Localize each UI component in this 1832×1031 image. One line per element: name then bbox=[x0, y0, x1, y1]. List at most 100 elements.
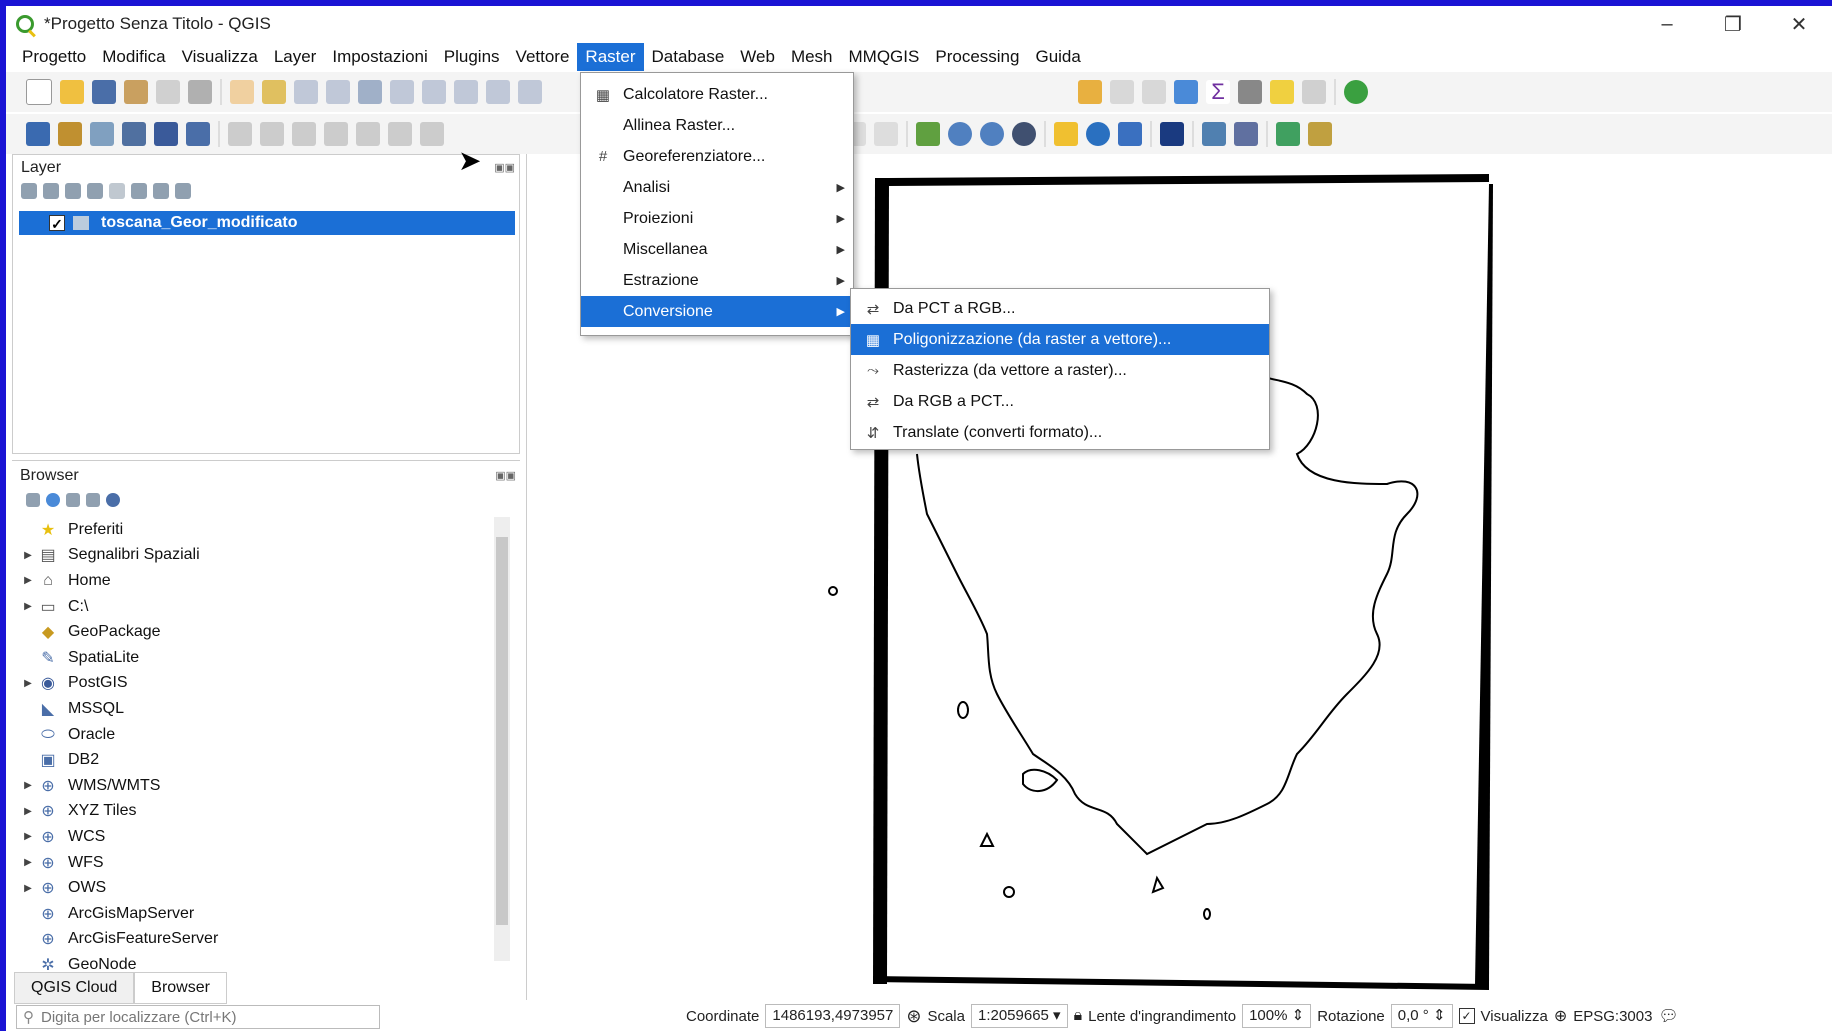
conversion-menu-item[interactable]: ⇄ Da RGB a PCT... bbox=[851, 386, 1269, 417]
globe-tool-icon[interactable] bbox=[1012, 122, 1036, 146]
collapse-all-icon[interactable] bbox=[86, 493, 100, 507]
browser-scrollbar[interactable] bbox=[494, 517, 510, 961]
add-geopackage-icon[interactable] bbox=[58, 122, 82, 146]
graphical-modeler-icon[interactable] bbox=[1118, 122, 1142, 146]
browser-item[interactable]: ★ Preferiti bbox=[18, 517, 498, 543]
expand-arrow-icon[interactable]: ▶ bbox=[18, 601, 38, 612]
menu-guida[interactable]: Guida bbox=[1027, 43, 1088, 71]
statistics-icon[interactable]: Σ bbox=[1206, 80, 1230, 104]
attribute-table-icon[interactable] bbox=[1110, 80, 1134, 104]
layer-visibility-checkbox[interactable]: ✓ bbox=[49, 215, 65, 232]
expand-arrow-icon[interactable]: ▶ bbox=[18, 806, 38, 817]
zoom-last-icon[interactable] bbox=[486, 80, 510, 104]
new-print-layout-icon[interactable] bbox=[124, 80, 148, 104]
raster-menu-item[interactable]: Proiezioni ▶ bbox=[581, 203, 853, 234]
browser-item[interactable]: ▶ ▭ C:\ bbox=[18, 594, 498, 620]
map-swipe-icon[interactable] bbox=[1234, 122, 1258, 146]
raster-menu-item[interactable]: Analisi ▶ bbox=[581, 172, 853, 203]
toggle-editing-icon[interactable] bbox=[228, 122, 252, 146]
browser-item[interactable]: ⬭ Oracle bbox=[18, 722, 498, 748]
raster-menu-item[interactable]: Allinea Raster... bbox=[581, 110, 853, 141]
tab-qgis-cloud[interactable]: QGIS Cloud bbox=[14, 972, 135, 1004]
lock-scale-icon[interactable]: 🔒︎ bbox=[1074, 1007, 1083, 1025]
save-edits-icon[interactable] bbox=[292, 122, 316, 146]
identify-icon[interactable] bbox=[1078, 80, 1102, 104]
expand-arrow-icon[interactable]: ▶ bbox=[18, 678, 38, 689]
layer-row-toscana[interactable]: ✓ toscana_Geor_modificato bbox=[19, 211, 515, 235]
messages-icon[interactable]: 💬︎ bbox=[1658, 1006, 1678, 1026]
expand-arrow-icon[interactable]: ▶ bbox=[18, 831, 38, 842]
menu-impostazioni[interactable]: Impostazioni bbox=[324, 43, 435, 71]
menu-vettore[interactable]: Vettore bbox=[508, 43, 578, 71]
properties-icon[interactable] bbox=[106, 493, 120, 507]
add-feature-icon[interactable] bbox=[324, 122, 348, 146]
collapse-all-icon[interactable] bbox=[153, 183, 169, 199]
raster-menu-item[interactable]: ▦ Calcolatore Raster... bbox=[581, 79, 853, 110]
tab-browser[interactable]: Browser bbox=[134, 972, 227, 1004]
zoom-layer-icon[interactable] bbox=[422, 80, 446, 104]
menu-raster[interactable]: Raster bbox=[577, 43, 644, 71]
filter-legend-icon[interactable] bbox=[87, 183, 103, 199]
text-annotation-icon[interactable] bbox=[1302, 80, 1326, 104]
add-virtual-layer-icon[interactable] bbox=[186, 122, 210, 146]
browser-item[interactable]: ⊕ ArcGisMapServer bbox=[18, 901, 498, 927]
open-project-icon[interactable] bbox=[60, 80, 84, 104]
find-layer-icon[interactable] bbox=[948, 122, 972, 146]
conversion-menu-item[interactable]: ▦ Poligonizzazione (da raster a vettore).… bbox=[851, 324, 1269, 355]
menu-database[interactable]: Database bbox=[644, 43, 733, 71]
expand-arrow-icon[interactable]: ▶ bbox=[18, 780, 38, 791]
browser-item[interactable]: ▶ ⊕ WMS/WMTS bbox=[18, 773, 498, 799]
minimize-button[interactable]: – bbox=[1634, 6, 1700, 42]
browser-item[interactable]: ◣ MSSQL bbox=[18, 696, 498, 722]
panel-float-close-icon[interactable]: ▣▣ bbox=[495, 469, 516, 482]
menu-progetto[interactable]: Progetto bbox=[14, 43, 94, 71]
plugin-tool-icon[interactable] bbox=[1308, 122, 1332, 146]
menu-plugins[interactable]: Plugins bbox=[436, 43, 508, 71]
pan-to-selection-icon[interactable] bbox=[262, 80, 286, 104]
browser-item[interactable]: ✎ SpatiaLite bbox=[18, 645, 498, 671]
raster-menu-item[interactable]: # Georeferenziatore... bbox=[581, 141, 853, 172]
delete-feature-icon[interactable] bbox=[388, 122, 412, 146]
menu-processing[interactable]: Processing bbox=[927, 43, 1027, 71]
browser-item[interactable]: ▶ ⌂ Home bbox=[18, 568, 498, 594]
zoom-next-icon[interactable] bbox=[518, 80, 542, 104]
raster-menu-item[interactable]: Conversione ▶ bbox=[581, 296, 853, 327]
layout-manager-icon[interactable] bbox=[156, 80, 180, 104]
browser-item[interactable]: ▶ ⊕ WFS bbox=[18, 850, 498, 876]
raster-menu-item[interactable]: Estrazione ▶ bbox=[581, 265, 853, 296]
vertex-tool-icon[interactable] bbox=[356, 122, 380, 146]
zoom-full-icon[interactable] bbox=[358, 80, 382, 104]
add-layer-icon[interactable] bbox=[26, 122, 50, 146]
manage-visibility-icon[interactable] bbox=[65, 183, 81, 199]
browser-item[interactable]: ▶ ◉ PostGIS bbox=[18, 671, 498, 697]
browser-item[interactable]: ▶ ▤ Segnalibri Spaziali bbox=[18, 543, 498, 569]
remove-layer-icon[interactable] bbox=[175, 183, 191, 199]
menu-mmqgis[interactable]: MMQGIS bbox=[841, 43, 928, 71]
qgis-cloud-icon[interactable] bbox=[1344, 80, 1368, 104]
gear-icon[interactable] bbox=[1174, 80, 1198, 104]
quickmapservices-icon[interactable] bbox=[1276, 122, 1300, 146]
style-manager-icon[interactable] bbox=[188, 80, 212, 104]
menu-modifica[interactable]: Modifica bbox=[94, 43, 173, 71]
measure-icon[interactable] bbox=[1238, 80, 1262, 104]
zoom-selection-icon[interactable] bbox=[390, 80, 414, 104]
zoom-in-icon[interactable] bbox=[294, 80, 318, 104]
zoom-native-icon[interactable] bbox=[454, 80, 478, 104]
browser-item[interactable]: ⊕ ArcGisFeatureServer bbox=[18, 927, 498, 953]
rotation-spinbox[interactable]: 0,0 ° ⇕ bbox=[1390, 1004, 1453, 1028]
browser-item[interactable]: ▣ DB2 bbox=[18, 747, 498, 773]
new-project-icon[interactable] bbox=[26, 79, 52, 105]
menu-web[interactable]: Web bbox=[732, 43, 783, 71]
browser-item[interactable]: ▶ ⊕ OWS bbox=[18, 875, 498, 901]
expand-arrow-icon[interactable]: ▶ bbox=[18, 550, 38, 561]
add-selected-icon[interactable] bbox=[26, 493, 40, 507]
close-button[interactable]: ✕ bbox=[1766, 6, 1832, 42]
render-checkbox[interactable]: ✓ bbox=[1458, 1008, 1475, 1024]
add-group-icon[interactable] bbox=[43, 183, 59, 199]
conversion-menu-item[interactable]: ⇵ Translate (converti formato)... bbox=[851, 417, 1269, 448]
python-console-icon[interactable] bbox=[1054, 122, 1078, 146]
browser-item[interactable]: ◆ GeoPackage bbox=[18, 619, 498, 645]
menu-visualizza[interactable]: Visualizza bbox=[174, 43, 266, 71]
crs-label[interactable]: EPSG:3003 bbox=[1573, 1008, 1652, 1025]
add-vector-icon[interactable] bbox=[90, 122, 114, 146]
